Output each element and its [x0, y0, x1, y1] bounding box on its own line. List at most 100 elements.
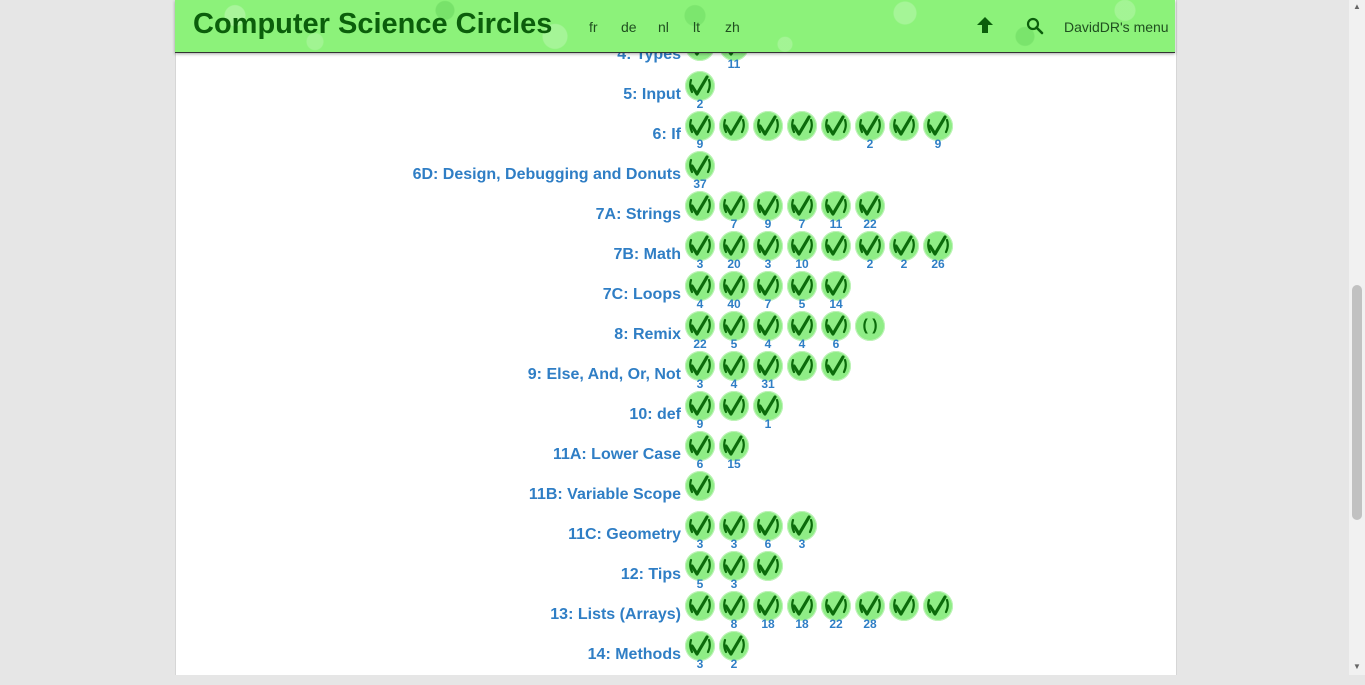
- submission-count: 6: [832, 337, 840, 351]
- exercise-badge[interactable]: [685, 471, 715, 511]
- lesson-link[interactable]: 10: def: [629, 405, 681, 425]
- lesson-link[interactable]: 9: Else, And, Or, Not: [528, 365, 681, 385]
- exercise-badge[interactable]: 15: [719, 431, 749, 471]
- lesson-link[interactable]: 8: Remix: [614, 325, 681, 345]
- exercise-badge[interactable]: [787, 351, 817, 391]
- exercise-badge[interactable]: 28: [855, 591, 885, 631]
- scroll-thumb[interactable]: [1352, 285, 1362, 520]
- exercise-badge[interactable]: 5: [719, 311, 749, 351]
- submission-count: 15: [727, 457, 741, 471]
- exercise-badge[interactable]: [923, 591, 953, 631]
- exercise-badge[interactable]: 3: [753, 231, 783, 271]
- arrow-up-icon[interactable]: [975, 15, 995, 35]
- lesson-link[interactable]: 12: Tips: [621, 565, 681, 585]
- exercise-badge[interactable]: 7: [719, 191, 749, 231]
- search-icon[interactable]: [1026, 17, 1044, 35]
- lesson-row: 11B: Variable Scope: [175, 471, 1175, 525]
- exercise-badge[interactable]: 7: [787, 191, 817, 231]
- exercise-badge[interactable]: 18: [753, 591, 783, 631]
- language-link-lt[interactable]: lt: [693, 19, 700, 35]
- exercise-badge[interactable]: [753, 111, 783, 151]
- exercise-badge[interactable]: 11: [821, 191, 851, 231]
- exercise-badge[interactable]: 7: [753, 271, 783, 311]
- exercise-badge[interactable]: 9: [685, 391, 715, 431]
- exercise-badge[interactable]: [787, 111, 817, 151]
- exercise-badge[interactable]: 22: [685, 311, 715, 351]
- exercise-badge[interactable]: 22: [855, 191, 885, 231]
- exercise-badge[interactable]: [719, 111, 749, 151]
- language-link-de[interactable]: de: [621, 19, 637, 35]
- exercise-badge[interactable]: [719, 391, 749, 431]
- lesson-link[interactable]: 11A: Lower Case: [553, 445, 681, 465]
- exercise-badge[interactable]: 31: [753, 351, 783, 391]
- exercise-badge[interactable]: 9: [923, 111, 953, 151]
- exercise-badge[interactable]: 2: [685, 71, 715, 111]
- exercise-badge[interactable]: 3: [685, 231, 715, 271]
- exercise-badge[interactable]: 3: [787, 511, 817, 551]
- exercise-badge[interactable]: 4: [685, 271, 715, 311]
- exercise-badge[interactable]: 2: [855, 231, 885, 271]
- exercise-badge[interactable]: 3: [719, 511, 749, 551]
- exercise-badge[interactable]: 5: [685, 551, 715, 591]
- lesson-link[interactable]: 14: Methods: [588, 645, 681, 665]
- scroll-up-arrow-icon[interactable]: ▲: [1353, 2, 1361, 11]
- exercise-badge[interactable]: 9: [753, 191, 783, 231]
- exercise-badge[interactable]: [685, 591, 715, 631]
- exercise-badge[interactable]: 3: [685, 631, 715, 671]
- exercise-badge[interactable]: 3: [685, 351, 715, 391]
- submission-count: 22: [863, 217, 877, 231]
- exercise-badge[interactable]: 1: [753, 391, 783, 431]
- exercise-badge[interactable]: [753, 551, 783, 591]
- scrollbar[interactable]: ▲ ▼: [1349, 0, 1365, 675]
- lesson-link[interactable]: 6: If: [653, 125, 681, 145]
- exercise-badge[interactable]: 3: [719, 551, 749, 591]
- lesson-link[interactable]: 5: Input: [623, 85, 681, 105]
- lesson-link[interactable]: 6D: Design, Debugging and Donuts: [413, 165, 681, 185]
- exercise-badge[interactable]: 9: [685, 111, 715, 151]
- exercise-badge[interactable]: 10: [787, 231, 817, 271]
- lesson-link[interactable]: 7B: Math: [613, 245, 681, 265]
- exercise-badge[interactable]: 14: [821, 271, 851, 311]
- lesson-link[interactable]: 7C: Loops: [603, 285, 681, 305]
- exercise-badge[interactable]: 4: [787, 311, 817, 351]
- exercise-badge[interactable]: [821, 111, 851, 151]
- submission-count: 37: [693, 177, 707, 191]
- exercise-badge[interactable]: 2: [889, 231, 919, 271]
- exercise-badge[interactable]: 3: [685, 511, 715, 551]
- exercise-badge[interactable]: 4: [753, 311, 783, 351]
- exercise-badge[interactable]: 37: [685, 151, 715, 191]
- exercise-badge[interactable]: [685, 191, 715, 231]
- exercise-badge[interactable]: 22: [821, 591, 851, 631]
- user-menu[interactable]: DavidDR's menu: [1064, 19, 1169, 35]
- exercise-badge[interactable]: 20: [719, 231, 749, 271]
- language-link-nl[interactable]: nl: [658, 19, 669, 35]
- exercise-badge[interactable]: [821, 351, 851, 391]
- exercise-badge[interactable]: 18: [787, 591, 817, 631]
- site-title[interactable]: Computer Science Circles: [193, 8, 552, 41]
- exercise-badge[interactable]: 5: [787, 271, 817, 311]
- lesson-link[interactable]: 13: Lists (Arrays): [550, 605, 681, 625]
- submission-count: 9: [934, 137, 942, 151]
- exercise-badge[interactable]: 2: [719, 631, 749, 671]
- lesson-link[interactable]: 11B: Variable Scope: [529, 485, 681, 505]
- exercise-badge[interactable]: 6: [821, 311, 851, 351]
- language-link-fr[interactable]: fr: [589, 19, 598, 35]
- exercise-badge[interactable]: 6: [685, 431, 715, 471]
- exercise-badge[interactable]: 4: [719, 351, 749, 391]
- exercise-badge[interactable]: 8: [719, 591, 749, 631]
- lesson-row: 13: Lists (Arrays) 8 18 18 22 28: [175, 591, 1175, 645]
- language-link-zh[interactable]: zh: [725, 19, 740, 35]
- exercise-badge[interactable]: 6: [753, 511, 783, 551]
- exercise-badge[interactable]: 2: [855, 111, 885, 151]
- lesson-row: 8: Remix 22 5 4 4 6 ( ): [175, 311, 1175, 365]
- exercise-badge[interactable]: [889, 591, 919, 631]
- exercise-badge[interactable]: ( ): [855, 311, 885, 351]
- exercise-badge[interactable]: [821, 231, 851, 271]
- checkmark-icon: [821, 231, 851, 261]
- scroll-down-arrow-icon[interactable]: ▼: [1353, 662, 1361, 671]
- lesson-link[interactable]: 11C: Geometry: [568, 525, 681, 545]
- lesson-link[interactable]: 7A: Strings: [596, 205, 681, 225]
- exercise-badge[interactable]: 26: [923, 231, 953, 271]
- exercise-badge[interactable]: [889, 111, 919, 151]
- exercise-badge[interactable]: 40: [719, 271, 749, 311]
